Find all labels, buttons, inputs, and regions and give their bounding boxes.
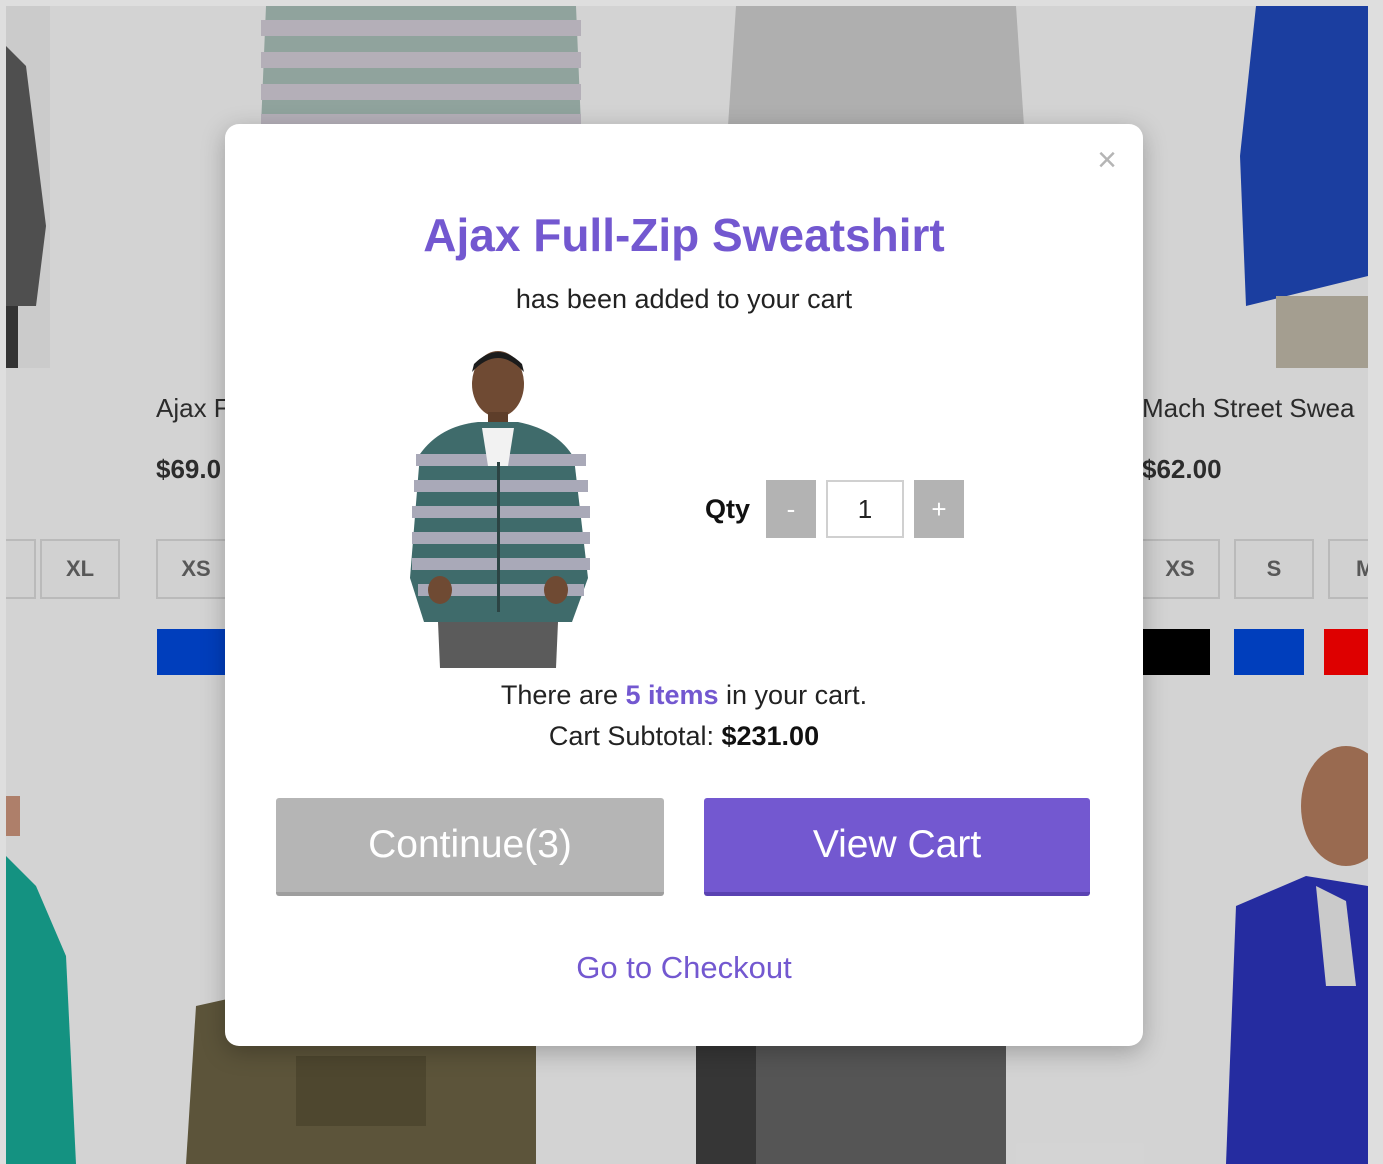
sweatshirt-image xyxy=(410,351,590,668)
cart-subtotal: Cart Subtotal: $231.00 xyxy=(225,721,1143,752)
close-icon[interactable]: × xyxy=(1093,143,1121,177)
qty-input[interactable] xyxy=(826,480,905,538)
qty-decrease-button[interactable]: - xyxy=(766,480,817,538)
view-cart-button[interactable]: View Cart xyxy=(704,798,1090,896)
cart-count-prefix: There are xyxy=(500,680,626,710)
add-to-cart-modal: × Ajax Full-Zip Sweatshirt has been adde… xyxy=(225,124,1143,1046)
go-to-checkout-link[interactable]: Go to Checkout xyxy=(225,950,1143,986)
quantity-stepper: Qty - + xyxy=(705,480,965,538)
product-title: Ajax Full-Zip Sweatshirt xyxy=(423,209,945,261)
qty-label: Qty xyxy=(705,493,751,524)
cart-count: 5 items xyxy=(625,680,719,710)
cart-count-suffix: in your cart. xyxy=(718,680,868,710)
added-to-cart-message: has been added to your cart xyxy=(515,284,853,314)
subtotal-label: Cart Subtotal: xyxy=(548,721,722,751)
product-thumbnail xyxy=(360,342,612,668)
qty-increase-button[interactable]: + xyxy=(914,480,965,538)
subtotal-value: $231.00 xyxy=(721,721,820,751)
continue-button[interactable]: Continue(3) xyxy=(276,798,664,896)
cart-count-message: There are 5 items in your cart. xyxy=(225,680,1143,711)
